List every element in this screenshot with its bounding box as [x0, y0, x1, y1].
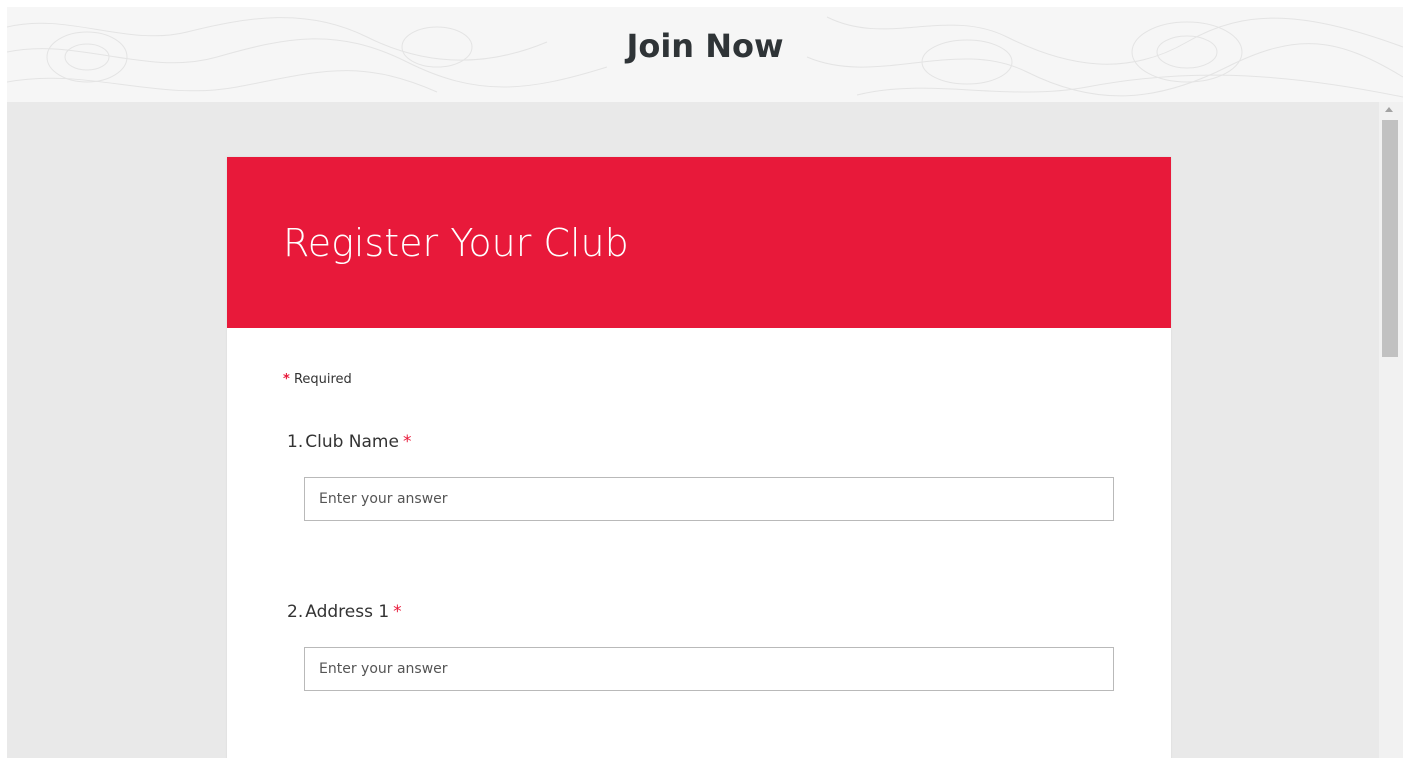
- vertical-scrollbar[interactable]: [1379, 102, 1403, 758]
- scrollbar-thumb[interactable]: [1382, 120, 1398, 357]
- required-star: *: [283, 372, 290, 387]
- question-label: Club Name: [305, 432, 399, 452]
- page-title: Join Now: [626, 27, 784, 65]
- site-header: Join Now: [7, 7, 1403, 102]
- required-star: *: [402, 432, 412, 452]
- address-1-input[interactable]: [304, 647, 1114, 691]
- form-title: Register Your Club: [283, 221, 629, 265]
- form-card: Register Your Club * Required 1. Club Nam…: [227, 157, 1171, 758]
- required-text: Required: [293, 372, 352, 387]
- form-banner: Register Your Club: [227, 157, 1171, 328]
- question-number: 2.: [287, 602, 304, 622]
- page: Join Now Register Your Club * Required 1…: [0, 0, 1405, 758]
- club-name-input[interactable]: [304, 477, 1114, 521]
- scroll-up-arrow-icon[interactable]: [1385, 107, 1393, 112]
- question-club-name: 1. Club Name *: [287, 432, 411, 452]
- question-number: 1.: [287, 432, 304, 452]
- required-note: * Required: [283, 372, 352, 387]
- form-scroll-area[interactable]: Register Your Club * Required 1. Club Nam…: [7, 102, 1379, 758]
- question-address-1: 2. Address 1 *: [287, 602, 402, 622]
- required-star: *: [393, 602, 402, 622]
- question-label: Address 1: [305, 602, 390, 622]
